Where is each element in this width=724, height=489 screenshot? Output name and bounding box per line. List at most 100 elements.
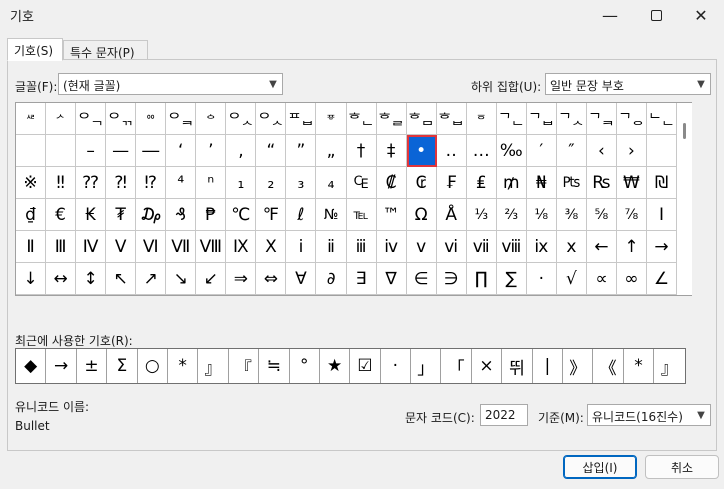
symbol-cell[interactable]: ‥ — [436, 135, 467, 167]
symbol-cell[interactable]: ⅹ — [556, 231, 587, 263]
symbol-cell[interactable]: ᅇ — [136, 103, 167, 135]
symbol-cell[interactable]: “ — [256, 135, 287, 167]
symbol-cell[interactable]: ⁴ — [166, 167, 197, 199]
symbol-cell[interactable]: Ω — [406, 199, 437, 231]
recent-symbol-cell[interactable]: 「 — [441, 349, 472, 383]
symbol-cell[interactable]: ″ — [556, 135, 587, 167]
symbol-cell[interactable]: … — [466, 135, 497, 167]
symbol-cell[interactable]: ⅶ — [466, 231, 497, 263]
symbol-cell[interactable]: ᄒᆯ — [376, 103, 407, 135]
symbol-cell[interactable]: ← — [586, 231, 617, 263]
symbol-cell[interactable]: ᄀᆸ — [526, 103, 557, 135]
symbol-cell[interactable]: ⅝ — [586, 199, 617, 231]
symbol-cell[interactable]: ᄰ — [16, 103, 47, 135]
symbol-cell[interactable]: ∈ — [406, 263, 437, 295]
symbol-cell[interactable]: ↔ — [46, 263, 77, 295]
symbol-cell[interactable]: ₢ — [406, 167, 437, 199]
symbol-cell[interactable]: ‹ — [586, 135, 617, 167]
symbol-cell[interactable]: ‰ — [496, 135, 527, 167]
symbol-cell[interactable]: № — [316, 199, 347, 231]
recent-symbol-cell[interactable]: 뛰 — [502, 349, 533, 383]
symbol-cell[interactable]: Ⅸ — [226, 231, 257, 263]
symbol-cell[interactable]: ₫ — [16, 199, 47, 231]
symbol-cell[interactable]: ⅞ — [616, 199, 647, 231]
symbol-cell[interactable]: ‼ — [46, 167, 77, 199]
symbol-cell[interactable]: ⅓ — [466, 199, 497, 231]
recent-symbol-cell[interactable]: 』 — [198, 349, 229, 383]
cancel-button[interactable]: 취소 — [645, 455, 719, 479]
symbol-cell[interactable]: ₤ — [466, 167, 497, 199]
recent-symbol-cell[interactable]: 『 — [229, 349, 260, 383]
char-code-input[interactable]: 2022 — [480, 404, 528, 426]
symbol-cell[interactable]: ⅴ — [406, 231, 437, 263]
symbol-cell[interactable]: ⅳ — [376, 231, 407, 263]
tab-symbols[interactable]: 기호(S) — [7, 38, 63, 61]
symbol-cell[interactable]: ₮ — [106, 199, 137, 231]
symbol-cell[interactable]: ↓ — [16, 263, 47, 295]
symbol-cell[interactable]: › — [616, 135, 647, 167]
symbol-cell[interactable]: ⁈ — [106, 167, 137, 199]
recent-symbol-cell[interactable]: ★ — [320, 349, 351, 383]
symbol-cell[interactable]: √ — [556, 263, 587, 295]
symbol-cell[interactable]: ᄋᆩ — [106, 103, 137, 135]
symbol-cell[interactable]: ∏ — [466, 263, 497, 295]
symbol-cell[interactable]: ⅸ — [526, 231, 557, 263]
symbol-cell[interactable]: ↙ — [196, 263, 227, 295]
maximize-button[interactable] — [633, 0, 679, 30]
symbol-cell[interactable]: ※ — [16, 167, 47, 199]
symbol-cell[interactable]: Ⅹ — [256, 231, 287, 263]
symbol-cell[interactable]: ” — [286, 135, 317, 167]
symbol-cell[interactable]: ― — [136, 135, 167, 167]
symbol-cell[interactable]: ‡ — [376, 135, 407, 167]
recent-symbol-cell[interactable]: | — [533, 349, 564, 383]
symbol-cell[interactable]: ⅵ — [436, 231, 467, 263]
symbol-cell[interactable]: Ⅳ — [76, 231, 107, 263]
symbol-cell[interactable]: Ⅴ — [106, 231, 137, 263]
symbol-cell[interactable]: ₰ — [166, 199, 197, 231]
symbol-cell[interactable]: Ⅱ — [16, 231, 47, 263]
symbol-cell[interactable]: ⅛ — [526, 199, 557, 231]
recent-symbol-cell[interactable]: 》 — [563, 349, 594, 383]
symbol-cell[interactable]: ⇔ — [256, 263, 287, 295]
recent-symbol-cell[interactable]: 《 — [593, 349, 624, 383]
symbol-cell[interactable]: ₦ — [526, 167, 557, 199]
recent-symbol-cell[interactable]: ○ — [138, 349, 168, 383]
symbol-cell[interactable] — [16, 135, 47, 167]
symbol-cell[interactable]: ᄋᆺ — [226, 103, 257, 135]
symbol-cell[interactable]: ᄑᆸ — [286, 103, 317, 135]
symbol-cell[interactable]: ᄒᆷ — [406, 103, 437, 135]
symbol-cell[interactable]: Ⅲ — [46, 231, 77, 263]
recent-symbol-cell[interactable]: → — [46, 349, 77, 383]
symbol-cell[interactable]: ₃ — [286, 167, 317, 199]
symbol-cell[interactable]: ′ — [526, 135, 557, 167]
symbol-cell[interactable]: ᄋᆿ — [166, 103, 197, 135]
close-button[interactable]: ✕ — [678, 0, 724, 30]
symbol-cell[interactable]: ↑ — [616, 231, 647, 263]
minimize-button[interactable]: — — [587, 0, 633, 30]
symbol-cell[interactable]: Å — [436, 199, 467, 231]
symbol-cell[interactable]: ∋ — [436, 263, 467, 295]
symbol-cell[interactable]: ᄼ — [46, 103, 77, 135]
symbol-cell[interactable]: ₪ — [646, 167, 678, 199]
symbol-cell[interactable]: · — [526, 263, 557, 295]
symbol-cell[interactable]: ∇ — [376, 263, 407, 295]
symbol-cell-selected[interactable]: • — [406, 135, 437, 167]
recent-symbol-cell[interactable]: * — [168, 349, 199, 383]
symbol-cell[interactable]: ᄒᆫ — [346, 103, 377, 135]
symbol-cell[interactable]: ™ — [376, 199, 407, 231]
symbol-cell[interactable]: ⁉ — [136, 167, 167, 199]
symbol-cell[interactable]: ₂ — [256, 167, 287, 199]
symbol-cell[interactable]: ℓ — [286, 199, 317, 231]
insert-button[interactable]: 삽입(I) — [563, 455, 637, 479]
symbol-cell[interactable]: ᄀᆿ — [586, 103, 617, 135]
symbol-grid-scrollbar[interactable] — [677, 103, 692, 295]
symbol-cell[interactable]: ⇒ — [226, 263, 257, 295]
symbol-cell[interactable]: € — [46, 199, 77, 231]
symbol-cell[interactable]: ℃ — [226, 199, 257, 231]
symbol-cell[interactable]: ᅙ — [466, 103, 497, 135]
symbol-cell[interactable]: ₡ — [376, 167, 407, 199]
symbol-cell[interactable]: – — [76, 135, 107, 167]
symbol-cell[interactable]: ∃ — [346, 263, 377, 295]
recent-symbol-cell[interactable]: Σ — [107, 349, 138, 383]
symbol-cell[interactable]: ↘ — [166, 263, 197, 295]
